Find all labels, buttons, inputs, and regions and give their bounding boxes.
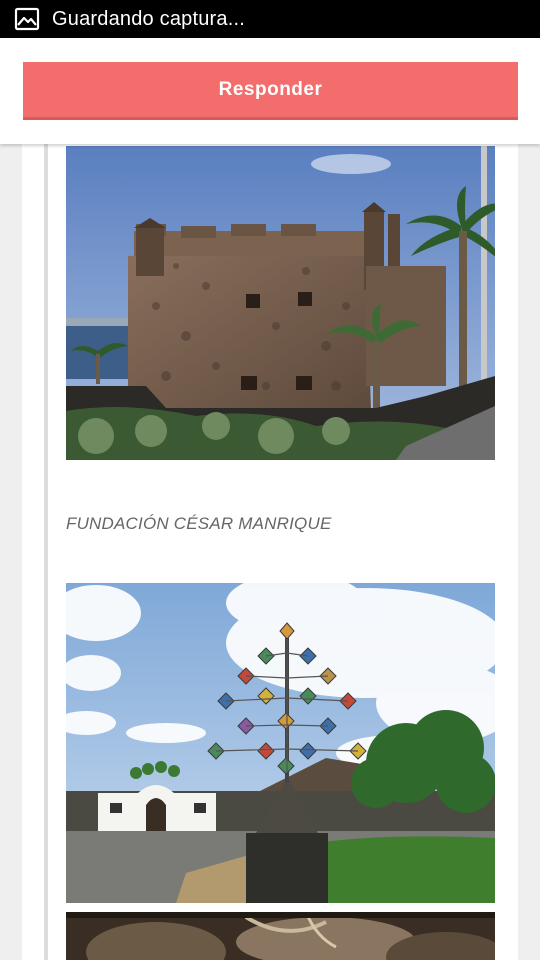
fundacion-cesar-manrique-photo [66, 583, 495, 903]
reply-button[interactable]: Responder [23, 62, 518, 120]
castillo-san-gabriel-photo [66, 146, 495, 460]
status-text: Guardando captura... [52, 7, 246, 30]
quote-bar [44, 144, 48, 960]
status-bar: Guardando captura... [0, 0, 540, 38]
post-caption: FUNDACIÓN CÉSAR MANRIQUE [66, 514, 332, 533]
image-icon [14, 6, 40, 32]
cave-photo [66, 912, 495, 960]
post-content[interactable]: FUNDACIÓN CÉSAR MANRIQUE [22, 144, 518, 960]
reply-header: Responder [0, 38, 540, 144]
